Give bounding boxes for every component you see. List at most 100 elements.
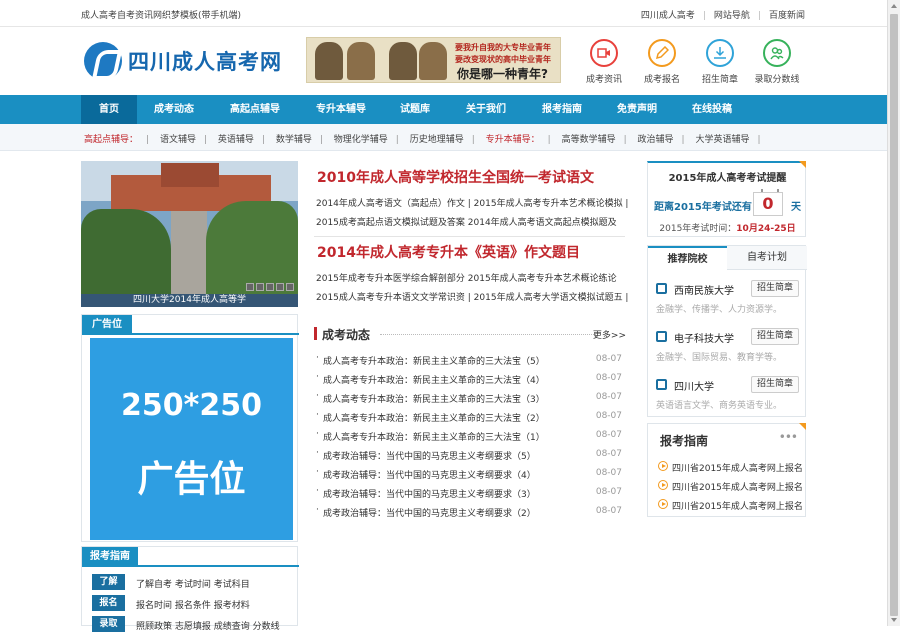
subnav-group-label: 专升本辅导：: [485, 135, 540, 145]
exam-countdown-panel: 2015年成人高考考试提醒 距离2015年考试还有 0 天 2015年考试时间：…: [647, 161, 806, 237]
subnav-link[interactable]: 语文辅导: [160, 135, 196, 145]
nav-item-zhuanshengben[interactable]: 专升本辅导: [308, 95, 374, 124]
news-item-date: 08-07: [595, 392, 622, 402]
news-item[interactable]: · 成人高考专升本政治：新民主主义革命的三大法宝（4） 08-07: [316, 372, 622, 386]
guide-links[interactable]: 了解自考 考试时间 考试科目: [136, 577, 250, 590]
school-name[interactable]: 电子科技大学: [674, 330, 734, 345]
headline-title[interactable]: 2014年成人高考专升本《英语》作文题目: [317, 242, 580, 262]
header-link-news[interactable]: 成考资讯: [576, 39, 632, 85]
slide-dot[interactable]: [286, 283, 294, 291]
nav-item-submit[interactable]: 在线投稿: [683, 95, 741, 124]
subnav-link[interactable]: 政治辅导: [638, 135, 674, 145]
header: 四川成人高考网 要我升自我的大专毕业青年 要改变现状的高中毕业青年 你是哪一种青…: [0, 27, 887, 95]
header-link-label: 招生简章: [701, 75, 738, 85]
signup-item[interactable]: 四川省2015年成人高考网上报名: [658, 460, 804, 474]
top-link-sichuan[interactable]: 四川成人高考: [641, 11, 695, 21]
slideshow[interactable]: 四川大学2014年成人高等学: [81, 161, 298, 307]
subnav-link[interactable]: 英语辅导: [218, 135, 254, 145]
news-item-date: 08-07: [595, 468, 622, 478]
signup-item-text[interactable]: 四川省2015年成人高考网上报名: [672, 461, 803, 474]
news-item[interactable]: · 成人高考专升本政治：新民主主义革命的三大法宝（2） 08-07: [316, 410, 622, 424]
subnav-link[interactable]: 数学辅导: [276, 135, 312, 145]
news-more-link[interactable]: 更多>>: [593, 328, 626, 341]
scroll-down-icon[interactable]: [891, 618, 897, 622]
countdown-days: 0: [753, 189, 783, 216]
slide-dot[interactable]: [256, 283, 264, 291]
school-item: 西南民族大学 招生简章 金融学、传播学、人力资源学。: [656, 280, 804, 322]
headline-sublinks[interactable]: 2015年成考专升本医学综合解剖部分 2015年成人高考专升本艺术概论练论: [316, 271, 617, 284]
news-item[interactable]: · 成考政治辅导：当代中国的马克思主义考纲要求（3） 08-07: [316, 486, 622, 500]
signup-item[interactable]: 四川省2015年成人高考网上报名: [658, 479, 804, 493]
news-item[interactable]: · 成考政治辅导：当代中国的马克思主义考纲要求（4） 08-07: [316, 467, 622, 481]
news-item[interactable]: · 成人高考专升本政治：新民主主义革命的三大法宝（5） 08-07: [316, 353, 622, 367]
brochure-button[interactable]: 招生简章: [751, 280, 799, 297]
news-item-title[interactable]: 成考政治辅导：当代中国的马克思主义考纲要求（5）: [323, 449, 536, 462]
sub-nav: 高起点辅导： | 语文辅导 | 英语辅导 | 数学辅导 | 物理化学辅导 | 历史地理辅导…: [0, 124, 887, 151]
scroll-up-icon[interactable]: [891, 4, 897, 8]
news-item-title[interactable]: 成人高考专升本政治：新民主主义革命的三大法宝（3）: [323, 392, 545, 405]
news-section-title: 成考动态: [322, 328, 371, 342]
tab-exam-plan[interactable]: 自考计划: [727, 246, 807, 270]
scrollbar[interactable]: [887, 0, 900, 626]
slide-dot[interactable]: [246, 283, 254, 291]
news-item[interactable]: · 成人高考专升本政治：新民主主义革命的三大法宝（3） 08-07: [316, 391, 622, 405]
nav-item-about[interactable]: 关于我们: [458, 95, 514, 124]
nav-item-disclaimer[interactable]: 免责声明: [608, 95, 666, 124]
header-banner[interactable]: 要我升自我的大专毕业青年 要改变现状的高中毕业青年 你是哪一种青年?: [306, 37, 561, 83]
news-item[interactable]: · 成人高考专升本政治：新民主主义革命的三大法宝（1） 08-07: [316, 429, 622, 443]
signup-guide-panel: 报考指南 ••• 四川省2015年成人高考网上报名 四川省2015年成人高考网上…: [647, 423, 806, 517]
brochure-button[interactable]: 招生简章: [751, 376, 799, 393]
headline-sublinks[interactable]: 2015成人高考专升本语文文学常识资 | 2015年成人高考大学语文模拟试题五 …: [316, 290, 628, 303]
more-dots-icon[interactable]: •••: [779, 430, 798, 444]
slideshow-caption[interactable]: 四川大学2014年成人高等学: [81, 294, 298, 307]
top-link-sitemap[interactable]: 网站导航: [714, 11, 750, 21]
news-item-title[interactable]: 成人高考专升本政治：新民主主义革命的三大法宝（2）: [323, 411, 545, 424]
guide-links[interactable]: 报名时间 报名条件 报考材料: [136, 598, 250, 611]
signup-item[interactable]: 四川省2015年成人高考网上报名: [658, 498, 804, 512]
subnav-link[interactable]: 大学英语辅导: [695, 135, 749, 145]
nav-item-gaoqidian[interactable]: 高起点辅导: [222, 95, 288, 124]
headline-title[interactable]: 2010年成人高等学校招生全国统一考试语文: [317, 167, 594, 187]
headline-sublinks[interactable]: 2015成考高起点语文模拟试题及答案 2014年成人高考语文高起点模拟题及: [316, 215, 617, 228]
slideshow-dots[interactable]: [244, 283, 294, 294]
news-item-title[interactable]: 成人高考专升本政治：新民主主义革命的三大法宝（4）: [323, 373, 545, 386]
news-item-date: 08-07: [595, 411, 622, 421]
guide-tag: 了解: [92, 574, 125, 590]
news-item[interactable]: · 成考政治辅导：当代中国的马克思主义考纲要求（2） 08-07: [316, 505, 622, 519]
slide-dot[interactable]: [276, 283, 284, 291]
school-name[interactable]: 西南民族大学: [674, 282, 734, 297]
banner-line-3: 你是哪一种青年?: [457, 67, 548, 81]
header-link-brochure[interactable]: 招生简章: [692, 39, 748, 85]
school-name[interactable]: 四川大学: [674, 378, 714, 393]
nav-item-question-bank[interactable]: 试题库: [390, 95, 440, 124]
nav-item-news[interactable]: 成考动态: [145, 95, 203, 124]
brochure-button[interactable]: 招生简章: [751, 328, 799, 345]
signup-item-text[interactable]: 四川省2015年成人高考网上报名: [672, 480, 803, 493]
site-logo[interactable]: 四川成人高考网: [84, 40, 294, 82]
news-item-title[interactable]: 成考政治辅导：当代中国的马克思主义考纲要求（4）: [323, 468, 536, 481]
news-item-date: 08-07: [595, 430, 622, 440]
top-link-baidu-news[interactable]: 百度新闻: [769, 11, 805, 21]
nav-item-home[interactable]: 首页: [81, 95, 137, 124]
news-item-title[interactable]: 成考政治辅导：当代中国的马克思主义考纲要求（3）: [323, 487, 536, 500]
slide-dot[interactable]: [266, 283, 274, 291]
subnav-link[interactable]: 历史地理辅导: [410, 135, 464, 145]
tab-recommended-schools[interactable]: 推荐院校: [648, 246, 727, 270]
nav-item-guide[interactable]: 报考指南: [533, 95, 591, 124]
headline-sublinks[interactable]: 2014年成人高考语文（高起点）作文 | 2015年成人高考专升本艺术概论模拟 …: [316, 196, 628, 209]
scrollbar-thumb[interactable]: [890, 14, 898, 616]
exam-panel-title: 2015年成人高考考试提醒: [668, 173, 787, 184]
exam-date: 2015年考试时间：10月24-25日: [659, 224, 796, 234]
news-item-title[interactable]: 成考政治辅导：当代中国的马克思主义考纲要求（2）: [323, 506, 536, 519]
header-link-scores[interactable]: 录取分数线: [749, 39, 805, 85]
play-circle-icon: [658, 461, 668, 471]
news-item-title[interactable]: 成人高考专升本政治：新民主主义革命的三大法宝（1）: [323, 430, 545, 443]
ad-banner[interactable]: 250*250 广告位: [90, 338, 293, 540]
subnav-link[interactable]: 物理化学辅导: [334, 135, 388, 145]
news-item[interactable]: · 成考政治辅导：当代中国的马克思主义考纲要求（5） 08-07: [316, 448, 622, 462]
subnav-link[interactable]: 高等数学辅导: [562, 135, 616, 145]
header-link-label: 成考报名: [643, 75, 680, 85]
signup-item-text[interactable]: 四川省2015年成人高考网上报名: [672, 499, 803, 512]
header-link-signup[interactable]: 成考报名: [634, 39, 690, 85]
news-item-title[interactable]: 成人高考专升本政治：新民主主义革命的三大法宝（5）: [323, 354, 545, 367]
